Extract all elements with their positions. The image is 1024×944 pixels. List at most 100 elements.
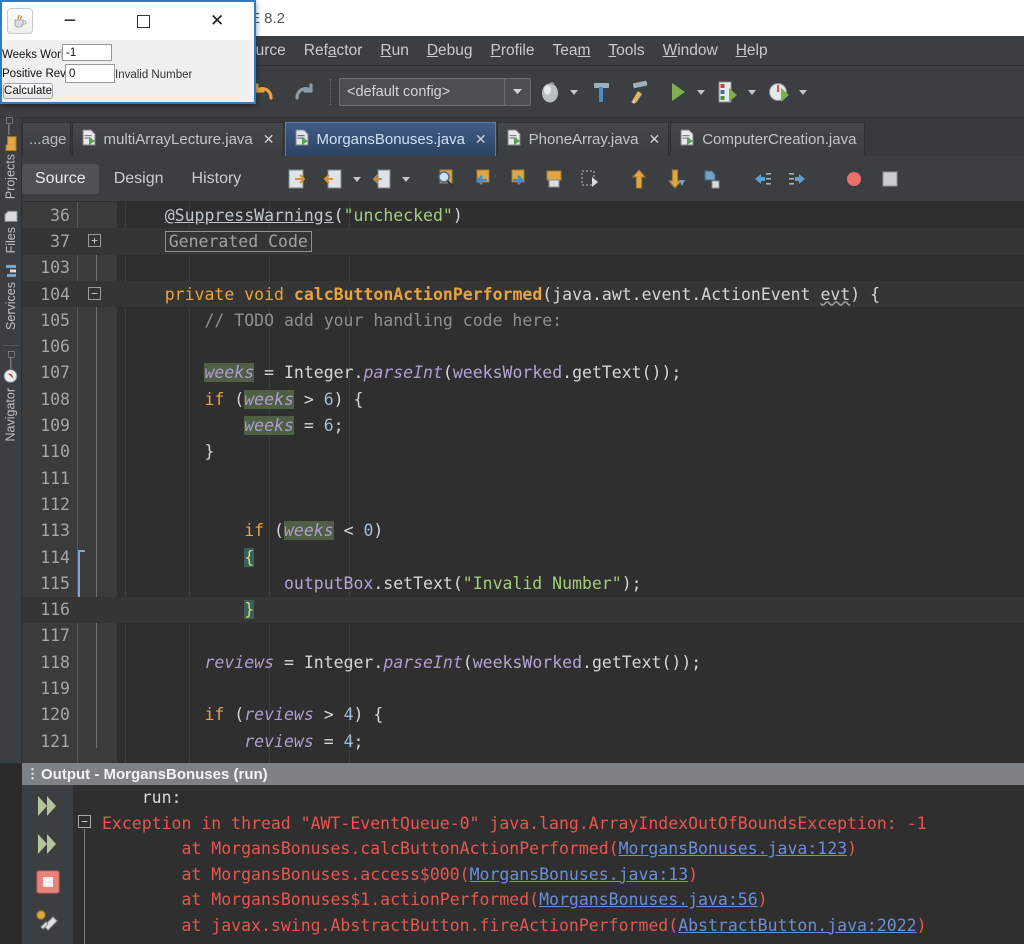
next-bookmark-icon[interactable] <box>503 164 533 194</box>
sidebar-item-navigator[interactable]: Navigator <box>3 366 18 449</box>
code-line[interactable]: 110 } <box>22 439 1024 465</box>
menu-refactor[interactable]: Refactor <box>295 42 372 60</box>
fold-gutter-cell[interactable] <box>78 597 117 623</box>
positive-reviews-input[interactable]: 0 <box>65 64 115 83</box>
tab-design[interactable]: Design <box>101 164 177 194</box>
stack-trace-link[interactable]: AbstractButton.java:2022 <box>678 916 916 935</box>
tab-morgansbonuses[interactable]: MorgansBonuses.java ✕ <box>285 122 496 156</box>
tab-multiarraylecture[interactable]: multiArrayLecture.java ✕ <box>72 122 284 156</box>
code-line[interactable]: 103 <box>22 255 1024 281</box>
menu-window[interactable]: Window <box>654 42 727 60</box>
fold-gutter-cell[interactable] <box>78 439 117 465</box>
rerun-icon[interactable] <box>31 789 65 823</box>
profile-project-icon[interactable] <box>762 75 796 109</box>
shift-line-right-icon[interactable] <box>697 164 727 194</box>
code-line[interactable]: 105 // TODO add your handling code here: <box>22 307 1024 333</box>
menu-help[interactable]: Help <box>727 42 777 60</box>
toggle-breakpoint-icon[interactable] <box>839 164 869 194</box>
code-line[interactable]: 114 { <box>22 544 1024 570</box>
clean-build-icon[interactable] <box>622 75 656 109</box>
fold-gutter-cell[interactable] <box>78 570 117 596</box>
code-line[interactable]: 118 reviews = Integer.parseInt(weeksWork… <box>22 649 1024 675</box>
drag-handle-icon[interactable]: ⋮ <box>26 766 41 782</box>
fold-gutter-cell[interactable]: − <box>78 281 117 307</box>
tab-history[interactable]: History <box>179 164 255 194</box>
stack-trace-link[interactable]: MorgansBonuses.java:56 <box>539 890 758 909</box>
debug-caret-icon[interactable] <box>748 83 756 101</box>
fold-gutter-cell[interactable] <box>78 649 117 675</box>
fold-gutter-cell[interactable] <box>78 675 117 701</box>
expand-fold-icon[interactable]: + <box>88 234 101 247</box>
close-icon[interactable]: ✕ <box>471 131 487 148</box>
minimize-button[interactable]: ─ <box>33 11 107 31</box>
fold-gutter-cell[interactable]: + <box>78 228 117 254</box>
fold-gutter-cell[interactable] <box>78 255 117 281</box>
refactor-caret-icon[interactable] <box>353 170 361 188</box>
weeks-worked-input[interactable]: -1 <box>62 44 112 61</box>
shift-right-icon[interactable] <box>783 164 813 194</box>
code-line[interactable]: 121 reviews = 4; <box>22 728 1024 754</box>
previous-error-icon[interactable] <box>625 164 655 194</box>
fold-gutter-cell[interactable] <box>78 360 117 386</box>
code-line[interactable]: 113 if (weeks < 0) <box>22 518 1024 544</box>
fold-gutter-cell[interactable] <box>78 491 117 517</box>
stop-icon[interactable] <box>875 164 905 194</box>
code-editor[interactable]: 36 @SuppressWarnings("unchecked")37+ Gen… <box>22 202 1024 763</box>
code-line[interactable]: 106 <box>22 334 1024 360</box>
code-line[interactable]: 112 <box>22 491 1024 517</box>
tab-computercreation[interactable]: ComputerCreation.java <box>670 122 865 156</box>
menu-tools[interactable]: Tools <box>599 42 653 60</box>
toggle-bookmark-icon[interactable] <box>539 164 569 194</box>
stack-trace-link[interactable]: MorgansBonuses.java:123 <box>619 839 847 858</box>
fold-gutter-cell[interactable] <box>78 307 117 333</box>
code-line[interactable]: 37+ Generated Code <box>22 228 1024 254</box>
next-error-icon[interactable] <box>661 164 691 194</box>
sidebar-item-projects[interactable]: Projects <box>3 134 18 206</box>
stack-trace-link[interactable]: MorgansBonuses.java:13 <box>470 865 689 884</box>
find-selection-icon[interactable] <box>431 164 461 194</box>
fold-gutter-cell[interactable] <box>78 202 117 228</box>
redo-icon[interactable] <box>286 75 320 109</box>
rerun-icon[interactable] <box>31 827 65 861</box>
dialog-title-bar[interactable]: ─ □ ✕ <box>2 2 254 40</box>
code-line[interactable]: 115 outputBox.setText("Invalid Number"); <box>22 570 1024 596</box>
calculate-button[interactable]: Calculate <box>3 83 53 99</box>
run-caret-icon[interactable] <box>697 83 705 101</box>
sidebar-item-files[interactable]: Files <box>4 206 18 260</box>
run-project-icon[interactable] <box>660 75 694 109</box>
code-line[interactable]: 111 <box>22 465 1024 491</box>
menu-profile[interactable]: Profile <box>482 42 544 60</box>
refactor-icon[interactable] <box>319 164 349 194</box>
code-line[interactable]: 104− private void calcButtonActionPerfor… <box>22 281 1024 307</box>
inspect-caret-icon[interactable] <box>402 170 410 188</box>
hammer-icon[interactable] <box>584 75 618 109</box>
menu-run[interactable]: Run <box>371 42 417 60</box>
close-icon[interactable]: ✕ <box>259 131 275 148</box>
output-console[interactable]: − run:Exception in thread "AWT-EventQueu… <box>74 785 1024 944</box>
code-line[interactable]: 116 } <box>22 597 1024 623</box>
code-line[interactable]: 108 if (weeks > 6) { <box>22 386 1024 412</box>
close-icon[interactable]: ✕ <box>644 131 660 148</box>
fold-gutter-cell[interactable] <box>78 412 117 438</box>
code-line[interactable]: 120 if (reviews > 4) { <box>22 702 1024 728</box>
output-panel-header[interactable]: ⋮ Output - MorgansBonuses (run) <box>22 763 1024 785</box>
settings-wrench-icon[interactable] <box>31 903 65 937</box>
fold-gutter-cell[interactable] <box>78 386 117 412</box>
chevron-down-icon[interactable] <box>504 79 530 105</box>
last-edit-icon[interactable] <box>283 164 313 194</box>
tab-phonearray[interactable]: PhoneArray.java ✕ <box>497 122 670 156</box>
code-line[interactable]: 119 <box>22 675 1024 701</box>
toggle-rectangular-selection-icon[interactable] <box>575 164 605 194</box>
build-caret-icon[interactable] <box>570 83 578 101</box>
minimize-window-group-icon[interactable]: □— <box>3 117 19 135</box>
fold-gutter-cell[interactable] <box>78 623 117 649</box>
config-combo[interactable]: <default config> <box>339 78 531 106</box>
menu-debug[interactable]: Debug <box>418 42 482 60</box>
menu-team[interactable]: Team <box>543 42 599 60</box>
fold-gutter-cell[interactable] <box>78 544 117 570</box>
fold-gutter-cell[interactable] <box>78 518 117 544</box>
stop-icon[interactable] <box>31 865 65 899</box>
code-line[interactable]: 107 weeks = Integer.parseInt(weeksWorked… <box>22 360 1024 386</box>
fold-gutter-cell[interactable] <box>78 334 117 360</box>
fold-gutter-cell[interactable] <box>78 465 117 491</box>
